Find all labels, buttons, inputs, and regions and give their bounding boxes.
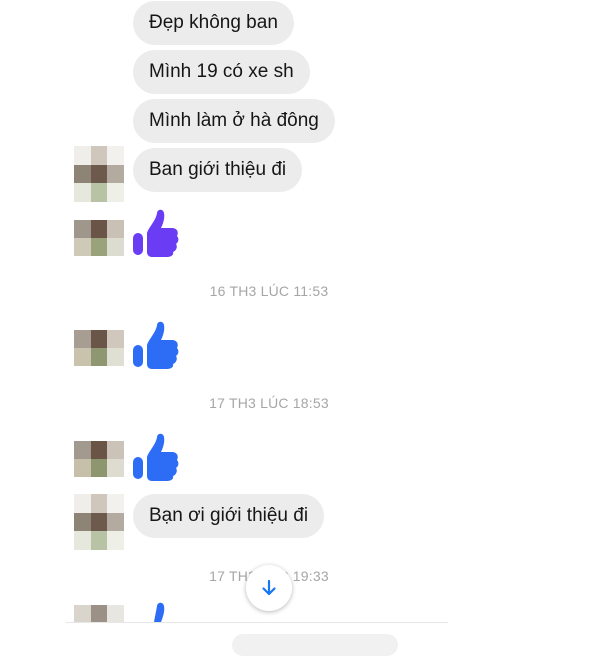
avatar[interactable] (74, 330, 124, 366)
message-bubble[interactable]: Mình làm ở hà đông (133, 99, 335, 143)
composer-field[interactable] (232, 634, 398, 656)
avatar[interactable] (74, 494, 124, 550)
thumbs-up-icon[interactable] (132, 431, 180, 481)
thumbs-up-icon[interactable] (132, 207, 180, 257)
message-bubble[interactable]: Mình 19 có xe sh (133, 50, 310, 94)
message-bubble[interactable]: Bạn ơi giới thiệu đi (133, 494, 325, 538)
arrow-down-icon (262, 579, 276, 596)
timestamp: 16 TH3 LÚC 11:53 (209, 283, 329, 299)
avatar[interactable] (74, 220, 124, 256)
avatar[interactable] (74, 146, 124, 202)
avatar[interactable] (74, 441, 124, 477)
timestamp: 17 TH3 LÚC 18:53 (209, 395, 329, 411)
message-bubble[interactable]: Ban giới thiệu đi (133, 148, 303, 192)
thumbs-up-icon[interactable] (132, 600, 180, 622)
scroll-to-bottom-button[interactable] (246, 565, 292, 611)
composer-divider (66, 622, 448, 623)
avatar[interactable] (74, 605, 124, 623)
message-bubble[interactable]: Đẹp không ban (133, 1, 294, 45)
thumbs-up-icon[interactable] (132, 319, 180, 369)
